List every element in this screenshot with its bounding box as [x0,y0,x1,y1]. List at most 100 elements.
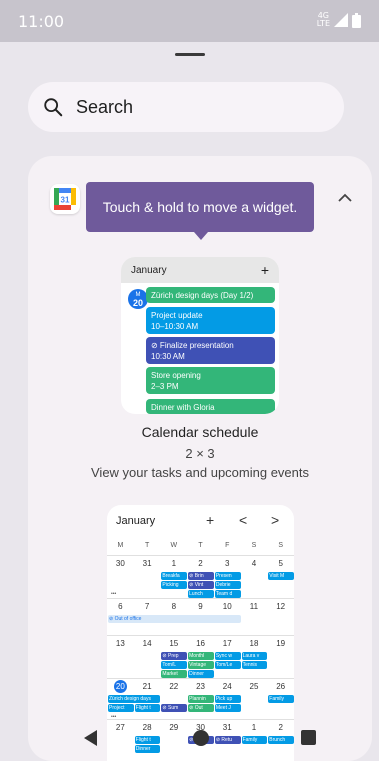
event-chip[interactable]: Team d [214,590,241,598]
day-number[interactable]: 12 [267,599,294,614]
event-time: 2–3 PM [151,382,179,391]
event-chip[interactable]: Presen [214,572,241,580]
battery-icon [352,12,361,28]
day-number[interactable]: 8 [160,599,187,614]
day-number[interactable]: 19 [267,636,294,651]
chevron-right-icon: > [271,512,280,528]
search-label: Search [76,96,134,117]
event-chip[interactable]: Plannin [188,695,214,703]
widget-size: 2 × 3 [185,446,215,461]
event-chip[interactable]: Tom/Le [214,661,241,669]
day-number[interactable]: 2 [187,556,214,571]
event-chip[interactable]: Flight t [134,704,161,712]
month-title: January [116,515,156,527]
schedule-event: Dinner with Gloria [146,399,275,414]
date-badge: M 20 [128,289,148,309]
event-chip[interactable]: Project [108,704,134,712]
week-row: 13 14 15 16 17 18 19 ⊘ Prep Tom/L Market Monthl Vin… [107,635,294,678]
week-row: 6 7 8 9 10 11 12 ⊘ Out of office [107,598,294,635]
event-chip[interactable]: ⊘ Brin [188,572,214,580]
event-chip[interactable]: ⊘ Out [188,704,214,712]
day-number[interactable]: 1 [160,556,187,571]
weekday-label: F [225,542,230,549]
recents-icon[interactable] [301,730,316,745]
chevron-up-icon[interactable] [336,189,354,207]
weekday-label: S [278,542,283,549]
day-number[interactable]: 17 [214,636,241,651]
weekday-label: W [170,542,178,549]
status-time: 11:00 [18,12,65,31]
day-number[interactable]: 11 [241,599,268,614]
schedule-event: Zürich design days (Day 1/2) [146,287,275,303]
event-title: ⊘ Finalize presentation [151,341,234,350]
schedule-event: Store opening 2–3 PM [146,367,275,394]
event-chip[interactable]: Monthl [188,652,214,660]
day-number[interactable]: 9 [187,599,214,614]
calendar-schedule-widget-preview[interactable]: January + M 20 Zürich design days (Day 1… [121,257,279,414]
day-number[interactable]: 13 [107,636,134,651]
event-chip[interactable]: Sync w [214,652,241,660]
day-number[interactable]: 5 [267,556,294,571]
day-number[interactable]: 22 [160,679,187,694]
day-number[interactable]: 21 [134,679,161,694]
event-chip[interactable]: Laura v [241,652,268,660]
home-icon[interactable] [193,730,209,746]
event-chip[interactable]: Zürich design days [108,695,161,703]
week-row: 30 31 1 2 3 4 5 Breakfa Picking ⊘ Brin ⊘ Vint Lunch… [107,555,294,598]
event-chip[interactable]: ⊘ Out of office [108,615,241,623]
network-type: 4G LTE [316,11,330,28]
day-number[interactable]: 26 [267,679,294,694]
event-chip[interactable]: ⊘ Vint [188,581,214,589]
day-number[interactable]: 16 [187,636,214,651]
status-icons: 4G LTE [317,12,361,28]
event-chip[interactable]: Picking [161,581,188,589]
event-chip[interactable]: Pick up [214,695,241,703]
search-bar[interactable]: Search [28,82,344,132]
event-chip[interactable]: Breakfa [161,572,188,580]
weekday-label: T [198,542,203,549]
event-chip[interactable]: Tom/L [161,661,188,669]
day-number[interactable]: 14 [134,636,161,651]
day-number[interactable]: 23 [187,679,214,694]
schedule-header: January + [121,257,279,283]
event-chip[interactable]: Debrie [214,581,241,589]
widget-description: View your tasks and upcoming events [91,465,309,480]
day-number[interactable]: 25 [241,679,268,694]
back-icon[interactable] [84,730,97,746]
schedule-event: ⊘ Finalize presentation 10:30 AM [146,337,275,364]
day-number[interactable]: 20 [107,679,134,694]
status-bar: 11:00 4G LTE [0,0,379,42]
day-number[interactable]: 31 [134,556,161,571]
day-number[interactable]: 30 [107,556,134,571]
event-chip[interactable]: Market [161,670,188,678]
event-chip[interactable]: Tennis [241,661,268,669]
day-number[interactable]: 18 [241,636,268,651]
widget-name: Calendar schedule [141,424,259,440]
day-number[interactable]: 3 [214,556,241,571]
drag-handle[interactable] [175,53,205,56]
day-number[interactable]: 6 [107,599,134,614]
event-title: Project update [151,311,203,320]
add-event-button: + [260,262,269,278]
day-number[interactable]: 10 [214,599,241,614]
svg-text:31: 31 [61,196,70,205]
day-number[interactable]: 4 [241,556,268,571]
event-chip[interactable]: Dinner [188,670,214,678]
add-event-button: + [206,512,215,528]
event-chip[interactable]: ⊘ Prep [161,652,188,660]
event-chip[interactable]: ⊘ Sum [161,704,188,712]
event-chip[interactable]: Visit M [268,572,294,580]
event-chip[interactable]: Family [268,695,294,703]
month-header: January + < > [107,505,294,537]
more-events-indicator[interactable]: ••• [110,590,134,598]
tooltip: Touch & hold to move a widget. [86,182,314,240]
event-title: Dinner with Gloria [151,403,215,412]
day-number[interactable]: 15 [160,636,187,651]
weekday-row: MTWTFSS [107,537,294,555]
event-chip[interactable]: Lunch [188,590,214,598]
event-chip[interactable]: Vintage [188,661,214,669]
day-number[interactable]: 24 [214,679,241,694]
event-chip[interactable]: Meet J [214,704,241,712]
day-number[interactable]: 7 [134,599,161,614]
weekday-label: T [144,542,150,549]
